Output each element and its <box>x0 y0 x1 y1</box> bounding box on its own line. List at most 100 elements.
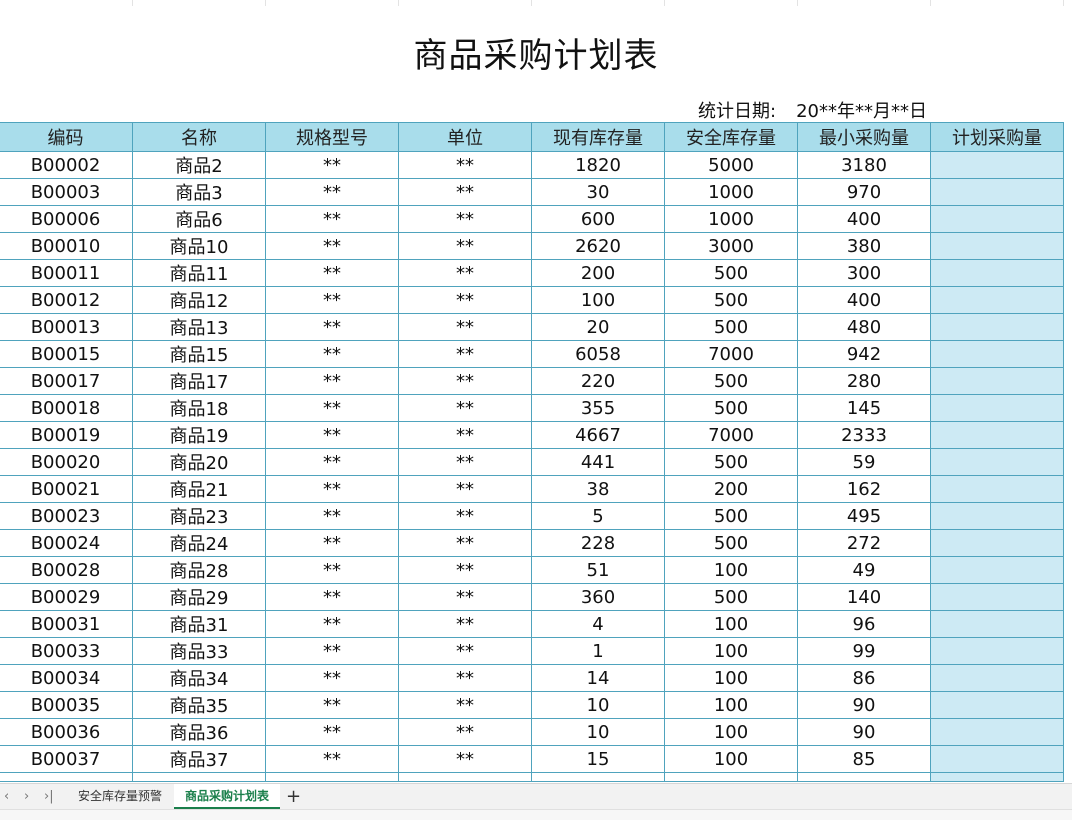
cell-spec[interactable]: ** <box>265 448 399 476</box>
empty-cell[interactable] <box>398 772 532 782</box>
cell-plan-purchase[interactable] <box>930 421 1064 449</box>
col-header-plan-purchase[interactable]: 计划采购量 <box>930 122 1064 152</box>
cell-safety-stock[interactable]: 500 <box>664 529 798 557</box>
cell-stock[interactable]: 2620 <box>531 232 665 260</box>
cell-min-purchase[interactable]: 400 <box>797 286 931 314</box>
cell-safety-stock[interactable]: 100 <box>664 637 798 665</box>
cell-unit[interactable]: ** <box>398 448 532 476</box>
cell-unit[interactable]: ** <box>398 718 532 746</box>
cell-spec[interactable]: ** <box>265 610 399 638</box>
cell-min-purchase[interactable]: 59 <box>797 448 931 476</box>
cell-plan-purchase[interactable] <box>930 583 1064 611</box>
cell-code[interactable]: B00019 <box>0 421 133 449</box>
cell-name[interactable]: 商品34 <box>132 664 266 692</box>
cell-stock[interactable]: 100 <box>531 286 665 314</box>
cell-unit[interactable]: ** <box>398 340 532 368</box>
cell-stock[interactable]: 10 <box>531 718 665 746</box>
cell-name[interactable]: 商品11 <box>132 259 266 287</box>
cell-min-purchase[interactable]: 495 <box>797 502 931 530</box>
cell-unit[interactable]: ** <box>398 151 532 179</box>
cell-name[interactable]: 商品2 <box>132 151 266 179</box>
cell-plan-purchase[interactable] <box>930 178 1064 206</box>
cell-safety-stock[interactable]: 3000 <box>664 232 798 260</box>
cell-plan-purchase[interactable] <box>930 151 1064 179</box>
cell-code[interactable]: B00033 <box>0 637 133 665</box>
cell-code[interactable]: B00037 <box>0 745 133 773</box>
cell-spec[interactable]: ** <box>265 691 399 719</box>
cell-min-purchase[interactable]: 140 <box>797 583 931 611</box>
cell-plan-purchase[interactable] <box>930 745 1064 773</box>
cell-unit[interactable]: ** <box>398 637 532 665</box>
cell-unit[interactable]: ** <box>398 394 532 422</box>
cell-plan-purchase[interactable] <box>930 286 1064 314</box>
cell-code[interactable]: B00013 <box>0 313 133 341</box>
cell-plan-purchase[interactable] <box>930 556 1064 584</box>
cell-safety-stock[interactable]: 500 <box>664 448 798 476</box>
cell-unit[interactable]: ** <box>398 259 532 287</box>
cell-safety-stock[interactable]: 500 <box>664 259 798 287</box>
empty-cell[interactable] <box>531 772 665 782</box>
cell-min-purchase[interactable]: 272 <box>797 529 931 557</box>
cell-name[interactable]: 商品24 <box>132 529 266 557</box>
cell-name[interactable]: 商品6 <box>132 205 266 233</box>
cell-unit[interactable]: ** <box>398 367 532 395</box>
cell-code[interactable]: B00015 <box>0 340 133 368</box>
cell-min-purchase[interactable]: 942 <box>797 340 931 368</box>
cell-plan-purchase[interactable] <box>930 205 1064 233</box>
cell-code[interactable]: B00003 <box>0 178 133 206</box>
cell-safety-stock[interactable]: 100 <box>664 556 798 584</box>
cell-plan-purchase[interactable] <box>930 637 1064 665</box>
cell-name[interactable]: 商品17 <box>132 367 266 395</box>
cell-plan-purchase[interactable] <box>930 502 1064 530</box>
empty-cell[interactable] <box>132 772 266 782</box>
empty-cell[interactable] <box>930 772 1064 782</box>
cell-code[interactable]: B00018 <box>0 394 133 422</box>
cell-unit[interactable]: ** <box>398 313 532 341</box>
cell-safety-stock[interactable]: 500 <box>664 583 798 611</box>
cell-code[interactable]: B00002 <box>0 151 133 179</box>
cell-min-purchase[interactable]: 970 <box>797 178 931 206</box>
cell-safety-stock[interactable]: 1000 <box>664 178 798 206</box>
cell-plan-purchase[interactable] <box>930 718 1064 746</box>
cell-min-purchase[interactable]: 85 <box>797 745 931 773</box>
cell-plan-purchase[interactable] <box>930 313 1064 341</box>
cell-stock[interactable]: 360 <box>531 583 665 611</box>
cell-code[interactable]: B00021 <box>0 475 133 503</box>
cell-spec[interactable]: ** <box>265 583 399 611</box>
cell-min-purchase[interactable]: 90 <box>797 718 931 746</box>
cell-unit[interactable]: ** <box>398 232 532 260</box>
cell-unit[interactable]: ** <box>398 610 532 638</box>
cell-unit[interactable]: ** <box>398 556 532 584</box>
cell-min-purchase[interactable]: 90 <box>797 691 931 719</box>
cell-name[interactable]: 商品23 <box>132 502 266 530</box>
cell-name[interactable]: 商品21 <box>132 475 266 503</box>
cell-safety-stock[interactable]: 5000 <box>664 151 798 179</box>
cell-plan-purchase[interactable] <box>930 340 1064 368</box>
cell-min-purchase[interactable]: 86 <box>797 664 931 692</box>
date-value[interactable]: 20**年**月**日 <box>796 101 927 122</box>
cell-code[interactable]: B00031 <box>0 610 133 638</box>
cell-safety-stock[interactable]: 200 <box>664 475 798 503</box>
empty-cell[interactable] <box>0 772 133 782</box>
cell-safety-stock[interactable]: 7000 <box>664 340 798 368</box>
cell-spec[interactable]: ** <box>265 286 399 314</box>
cell-code[interactable]: B00035 <box>0 691 133 719</box>
col-header-stock[interactable]: 现有库存量 <box>531 122 665 152</box>
cell-stock[interactable]: 20 <box>531 313 665 341</box>
cell-spec[interactable]: ** <box>265 502 399 530</box>
cell-plan-purchase[interactable] <box>930 232 1064 260</box>
last-sheet-icon[interactable]: ›| <box>44 789 54 804</box>
cell-plan-purchase[interactable] <box>930 529 1064 557</box>
cell-plan-purchase[interactable] <box>930 367 1064 395</box>
cell-safety-stock[interactable]: 500 <box>664 367 798 395</box>
cell-name[interactable]: 商品28 <box>132 556 266 584</box>
cell-name[interactable]: 商品3 <box>132 178 266 206</box>
cell-stock[interactable]: 600 <box>531 205 665 233</box>
cell-stock[interactable]: 51 <box>531 556 665 584</box>
col-header-safety-stock[interactable]: 安全库存量 <box>664 122 798 152</box>
cell-unit[interactable]: ** <box>398 529 532 557</box>
cell-min-purchase[interactable]: 280 <box>797 367 931 395</box>
cell-spec[interactable]: ** <box>265 232 399 260</box>
cell-code[interactable]: B00036 <box>0 718 133 746</box>
cell-code[interactable]: B00011 <box>0 259 133 287</box>
